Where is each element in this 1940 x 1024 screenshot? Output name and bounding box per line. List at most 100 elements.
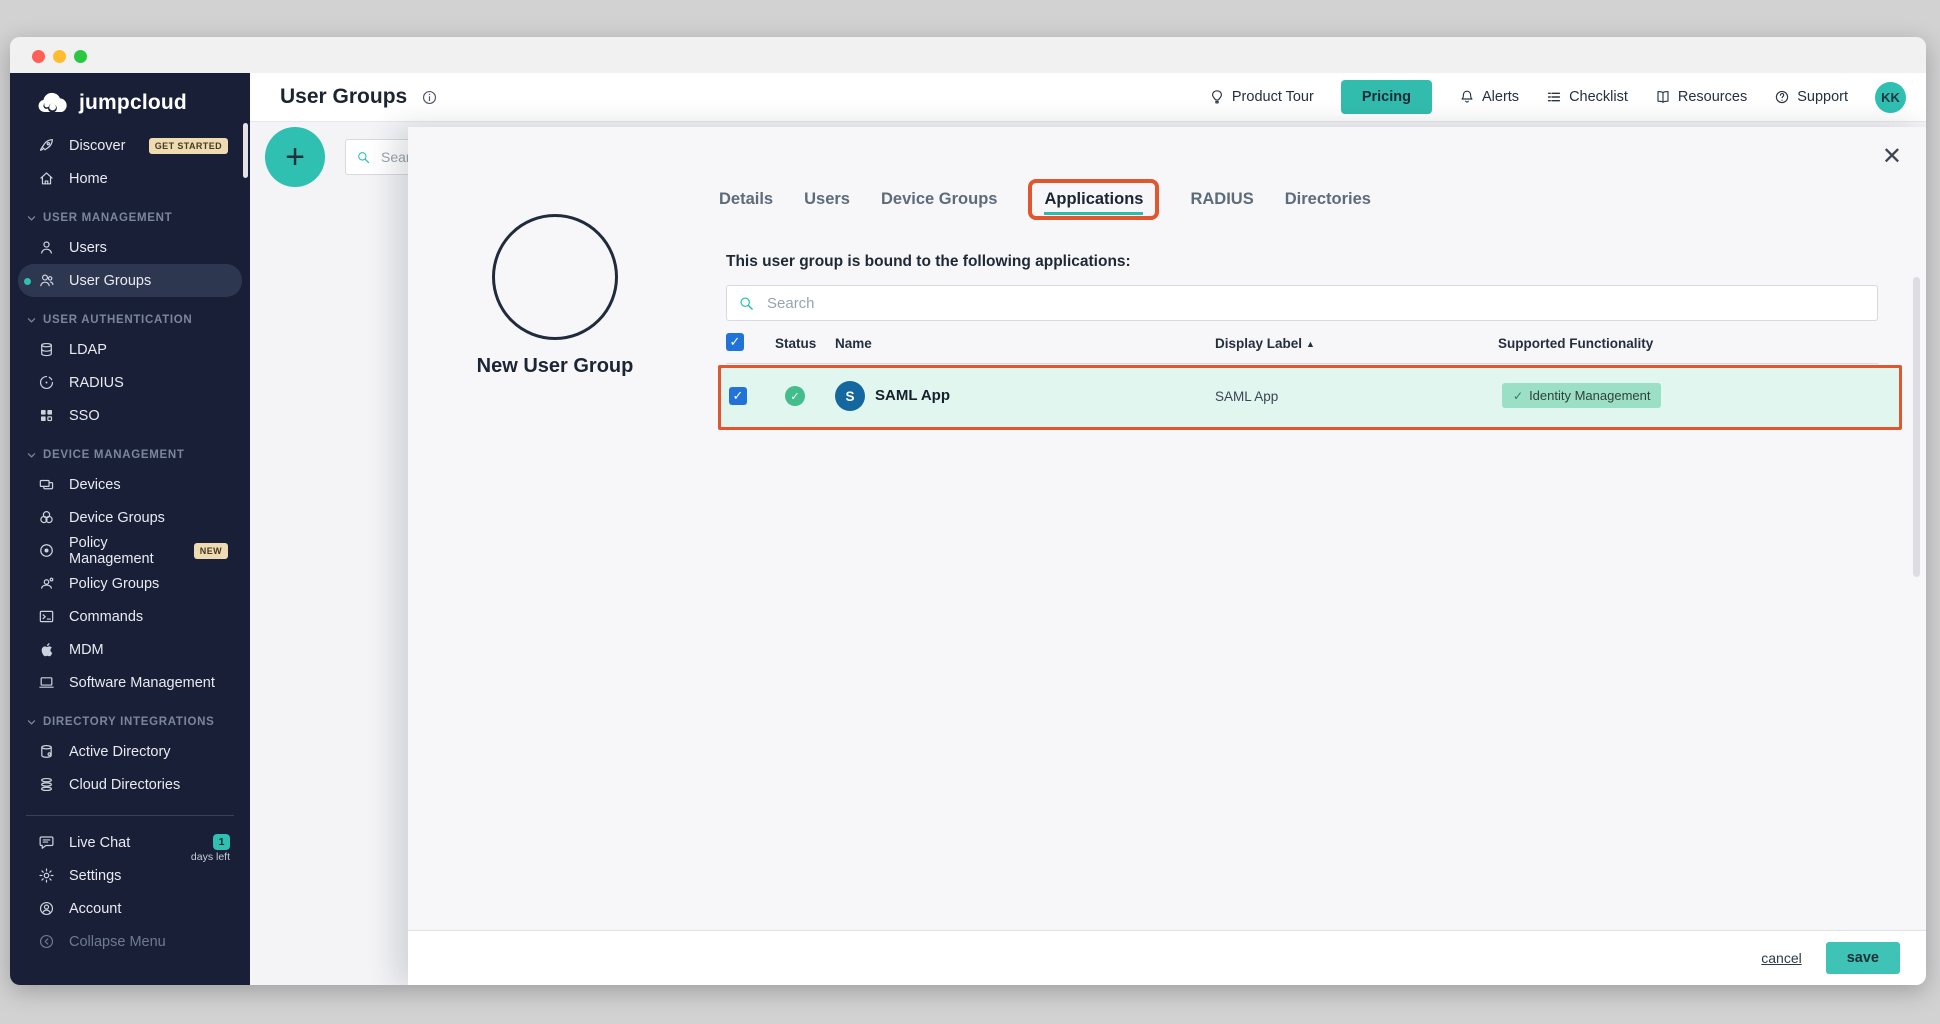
cancel-button[interactable]: cancel [1761,950,1801,966]
table-header: ✓ Status Name Display Label▲ Supported Funct… [726,333,1878,364]
sidebar-item-label: Live Chat [69,835,130,851]
close-window-button[interactable] [32,50,45,63]
sidebar-item-label: Commands [69,609,143,625]
functionality-badge: ✓Identity Management [1502,383,1661,408]
sidebar-item-discover[interactable]: DiscoverGET STARTED [18,129,242,162]
resources-button[interactable]: Resources [1655,89,1747,105]
sidebar-section-label: USER AUTHENTICATION [43,314,192,326]
sidebar-item-mdm[interactable]: MDM [18,633,242,666]
sidebar: jumpcloud DiscoverGET STARTED Home USER MA… [10,73,250,985]
account-icon [38,900,55,917]
chevron-down-icon [26,450,37,461]
apple-icon [38,641,55,658]
sidebar-section-label: USER MANAGEMENT [43,212,172,224]
minimize-window-button[interactable] [53,50,66,63]
tab-label: Users [804,190,850,208]
sidebar-item-user-groups[interactable]: User Groups [18,264,242,297]
select-all-checkbox[interactable]: ✓ [726,333,744,351]
sidebar-section-device-management[interactable]: DEVICE MANAGEMENT [10,432,250,468]
header-action-label: Resources [1678,89,1747,105]
sidebar-section-user-management[interactable]: USER MANAGEMENT [10,195,250,231]
tab-label: RADIUS [1190,190,1253,208]
sidebar-item-users[interactable]: Users [18,231,242,264]
tab-radius[interactable]: RADIUS [1190,182,1253,217]
question-icon [1774,89,1790,105]
sidebar-item-label: Users [69,240,107,256]
sidebar-item-label: Collapse Menu [69,934,166,950]
logo: jumpcloud [10,73,250,129]
user-icon [38,239,55,256]
avatar[interactable]: KK [1875,82,1906,113]
header-action-label: Checklist [1569,89,1628,105]
support-button[interactable]: Support [1774,89,1848,105]
check-icon: ✓ [1513,389,1523,403]
sidebar-item-account[interactable]: Account [18,892,242,925]
sidebar-item-commands[interactable]: Commands [18,600,242,633]
close-icon[interactable]: ✕ [1882,145,1902,169]
sidebar-item-ldap[interactable]: LDAP [18,333,242,366]
user-group-figure [492,214,618,340]
app-display-label: SAML App [1215,389,1278,404]
sidebar-item-active-directory[interactable]: Active Directory [18,735,242,768]
alerts-button[interactable]: Alerts [1459,89,1519,105]
sidebar-item-cloud-directories[interactable]: Cloud Directories [18,768,242,801]
tab-label: Applications [1044,190,1143,215]
tab-label: Details [719,190,773,208]
device-groups-icon [38,509,55,526]
sidebar-item-label: Devices [69,477,121,493]
active-directory-icon [38,743,55,760]
column-header-name[interactable]: Name [835,336,872,351]
tab-bar: Details Users Device Groups Applications RAD… [719,179,1371,220]
sidebar-item-policy-management[interactable]: Policy ManagementNEW [18,534,242,567]
days-left-count: 1 [213,834,230,850]
tab-device-groups[interactable]: Device Groups [881,182,997,217]
column-header-supported-functionality[interactable]: Supported Functionality [1498,336,1653,351]
sidebar-item-devices[interactable]: Devices [18,468,242,501]
row-checkbox[interactable]: ✓ [729,387,747,405]
checklist-button[interactable]: Checklist [1546,89,1628,105]
tab-directories[interactable]: Directories [1285,182,1371,217]
column-header-label: Name [835,336,872,351]
table-row[interactable]: ✓✓SSAML AppSAML App✓Identity Management [718,365,1902,430]
sidebar-item-software-management[interactable]: Software Management [18,666,242,699]
sidebar-divider [26,815,234,816]
panel-scrollbar[interactable] [1913,277,1920,577]
commands-icon [38,608,55,625]
sidebar-item-device-groups[interactable]: Device Groups [18,501,242,534]
sidebar-item-label: Policy Management [69,535,180,567]
applications-search-input[interactable] [765,294,1877,313]
logo-text: jumpcloud [79,91,187,115]
tab-details[interactable]: Details [719,182,773,217]
sidebar-item-label: Account [69,901,121,917]
tab-applications[interactable]: Applications [1028,179,1159,220]
sidebar-section-directory-integrations[interactable]: DIRECTORY INTEGRATIONS [10,699,250,735]
sidebar-item-label: Home [69,171,108,187]
sidebar-item-collapse-menu[interactable]: Collapse Menu [18,925,242,958]
sidebar-item-sso[interactable]: SSO [18,399,242,432]
header-action-label: Pricing [1362,89,1411,105]
sidebar-item-radius[interactable]: RADIUS [18,366,242,399]
save-button[interactable]: save [1826,942,1900,974]
add-user-group-button[interactable]: + [265,127,325,187]
sidebar-item-live-chat[interactable]: Live Chat1days left [18,826,242,859]
tab-users[interactable]: Users [804,182,850,217]
pricing-button[interactable]: Pricing [1341,80,1432,114]
sidebar-scrollbar[interactable] [243,123,248,178]
sidebar-section-user-authentication[interactable]: USER AUTHENTICATION [10,297,250,333]
product-tour-button[interactable]: Product Tour [1209,89,1314,105]
zoom-window-button[interactable] [74,50,87,63]
info-icon[interactable] [421,89,438,106]
column-header-label: Supported Functionality [1498,336,1653,351]
column-header-display-label[interactable]: Display Label▲ [1215,336,1315,351]
tab-label: Directories [1285,190,1371,208]
sidebar-item-label: RADIUS [69,375,124,391]
sidebar-item-policy-groups[interactable]: Policy Groups [18,567,242,600]
home-icon [38,170,55,187]
policy-icon [38,542,55,559]
checklist-icon [1546,89,1562,105]
sort-asc-icon: ▲ [1306,339,1315,349]
sidebar-item-home[interactable]: Home [18,162,242,195]
column-header-status[interactable]: Status [775,336,816,351]
sidebar-item-settings[interactable]: Settings [18,859,242,892]
page-header: User Groups Product TourPricingAlertsChe… [250,73,1926,122]
